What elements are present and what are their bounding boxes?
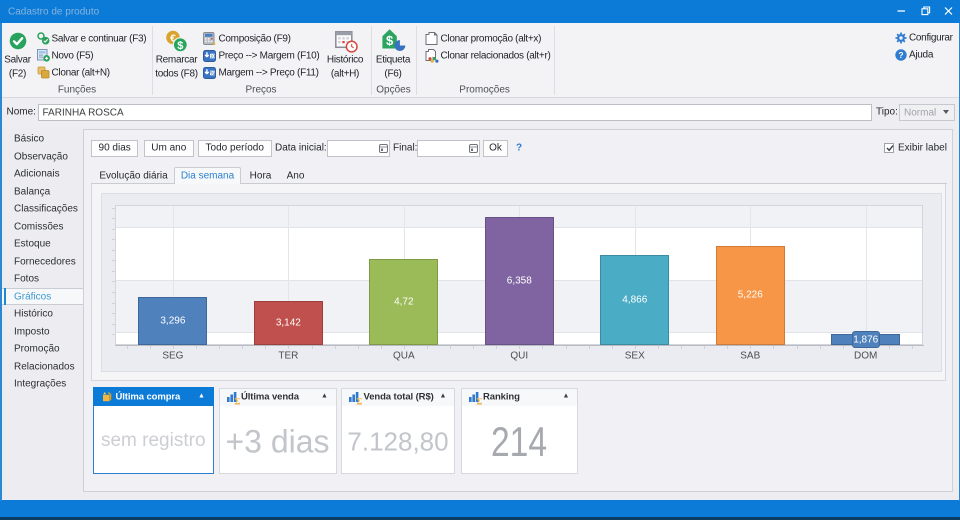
svg-text:Σ: Σ	[476, 396, 482, 405]
svg-text:10: 10	[210, 53, 215, 58]
svg-text:$: $	[177, 39, 183, 51]
svg-text:Σ: Σ	[234, 396, 240, 405]
svg-text:%: %	[210, 70, 215, 76]
svg-text:Σ: Σ	[356, 396, 362, 405]
svg-text:$: $	[386, 33, 394, 48]
svg-text:?: ?	[898, 50, 903, 60]
